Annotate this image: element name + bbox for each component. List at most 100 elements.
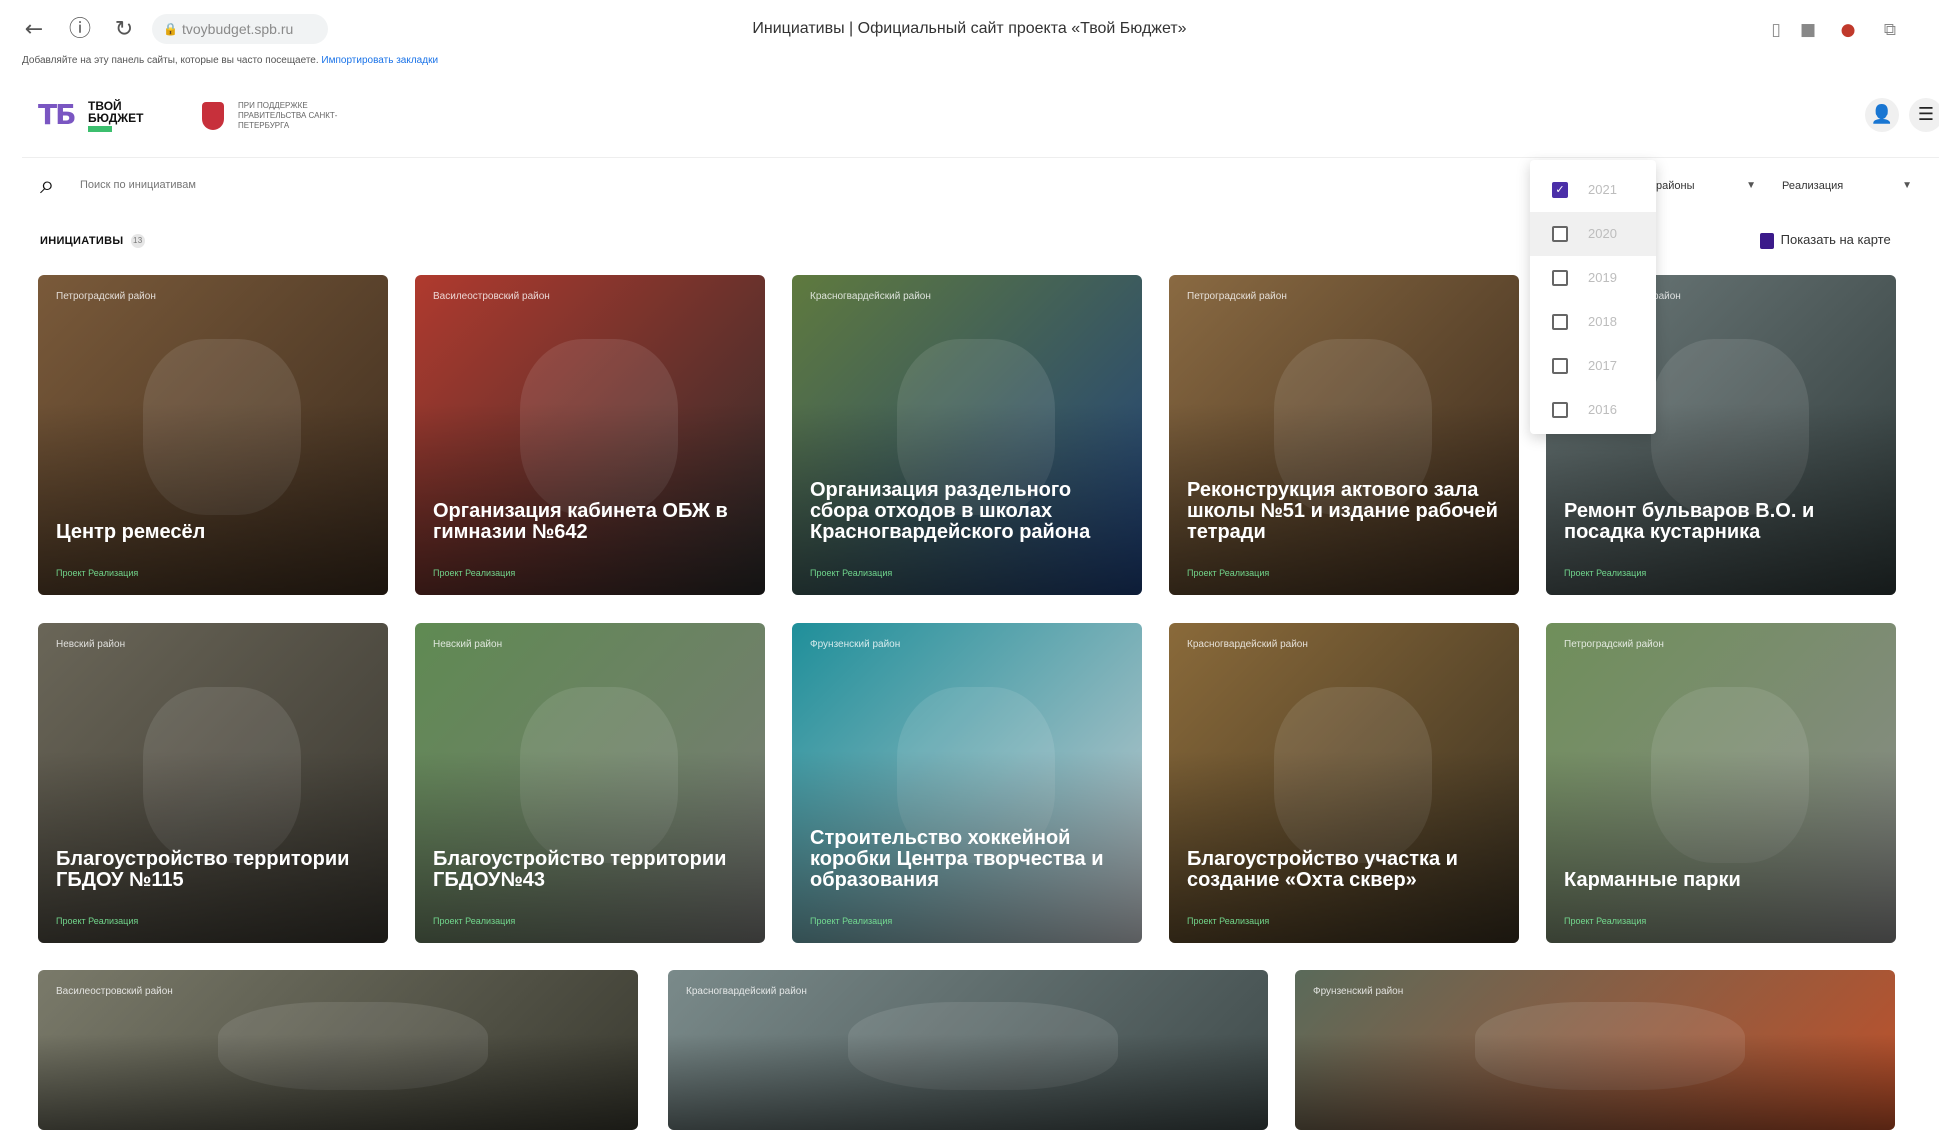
- card-status-tag: Проект Реализация: [56, 568, 139, 578]
- status-select[interactable]: Реализация ▼: [1782, 172, 1912, 200]
- coat-of-arms-icon: [202, 102, 224, 130]
- year-option[interactable]: ✓ 2021: [1530, 168, 1656, 212]
- initiative-card[interactable]: Фрунзенский район: [1295, 970, 1895, 1130]
- chevron-down-icon: ▼: [1746, 180, 1756, 191]
- section-title: ИНИЦИАТИВЫ 13: [40, 234, 145, 248]
- initiative-card[interactable]: Фрунзенский район Строительство хоккейной…: [792, 623, 1142, 943]
- initiatives-count-badge: 13: [130, 234, 145, 248]
- card-overlay: [1546, 751, 1896, 943]
- card-overlay: [1295, 1034, 1895, 1130]
- user-icon[interactable]: 👤: [1865, 98, 1899, 132]
- card-district: Петроградский район: [1564, 639, 1664, 650]
- card-title: Организация раздельного сбора отходов в …: [810, 479, 1091, 543]
- year-option[interactable]: 2018: [1530, 300, 1656, 344]
- card-status-tag: Проект Реализация: [810, 568, 893, 578]
- card-status-tag: Проект Реализация: [433, 916, 516, 926]
- year-dropdown: ✓ 2021 2020 2019 2018 2017 2016: [1530, 160, 1656, 434]
- initiative-card[interactable]: Петроградский район Реконструкция актовог…: [1169, 275, 1519, 595]
- year-option[interactable]: 2017: [1530, 344, 1656, 388]
- page-title: Инициативы | Официальный сайт проекта «Т…: [752, 20, 1187, 37]
- card-title: Строительство хоккейной коробки Центра т…: [810, 827, 1104, 891]
- card-title: Организация кабинета ОБЖ в гимназии №642: [433, 500, 728, 543]
- initiative-card[interactable]: Василеостровский район Организация кабине…: [415, 275, 765, 595]
- initiative-card[interactable]: Петроградский район Центр ремесёл Проект Р…: [38, 275, 388, 595]
- reader-icon[interactable]: ▯: [1764, 18, 1788, 42]
- initiative-card[interactable]: Василеостровский район: [38, 970, 638, 1130]
- year-checkbox[interactable]: [1552, 314, 1568, 330]
- map-icon: [1760, 232, 1774, 249]
- year-option-label: 2020: [1588, 226, 1617, 241]
- year-option-label: 2016: [1588, 402, 1617, 417]
- card-title: Благоустройство участка и создание «Охта…: [1187, 848, 1458, 891]
- year-checkbox[interactable]: [1552, 226, 1568, 242]
- initiative-card[interactable]: Петроградский район Карманные парки Проект…: [1546, 623, 1896, 943]
- card-status-tag: Проект Реализация: [1564, 916, 1647, 926]
- year-checkbox[interactable]: [1552, 402, 1568, 418]
- card-district: Невский район: [56, 639, 126, 650]
- show-on-map-link[interactable]: Показать на карте: [1760, 232, 1891, 249]
- year-option-label: 2018: [1588, 314, 1617, 329]
- card-title: Благоустройство территории ГБДОУ№43: [433, 848, 727, 891]
- browser-toolbar: ← ⓘ ↻ 🔒 tvoybudget.spb.ru Инициативы | О…: [0, 0, 1939, 58]
- year-option[interactable]: 2020: [1530, 212, 1656, 256]
- card-status-tag: Проект Реализация: [810, 916, 893, 926]
- initiative-card[interactable]: Невский район Благоустройство территории …: [38, 623, 388, 943]
- logo-text[interactable]: ТВОЙ БЮДЖЕТ: [88, 100, 143, 132]
- site-header: ТБ ТВОЙ БЮДЖЕТ ПРИ ПОДДЕРЖКЕ ПРАВИТЕЛЬСТ…: [22, 80, 1939, 158]
- card-district: Василеостровский район: [433, 291, 550, 302]
- initiative-card[interactable]: Красногвардейский район Благоустройство у…: [1169, 623, 1519, 943]
- bookmarks-hint-text: Добавляйте на эту панель сайты, которые …: [22, 55, 319, 66]
- profile-icon[interactable]: ●: [1836, 18, 1860, 42]
- card-district: Фрунзенский район: [1313, 986, 1404, 997]
- import-bookmarks-link[interactable]: Импортировать закладки: [321, 55, 438, 66]
- collections-icon[interactable]: ⧉: [1878, 18, 1902, 42]
- card-district: Красногвардейский район: [686, 986, 807, 997]
- card-title: Ремонт бульваров В.О. и посадка кустарни…: [1564, 500, 1815, 543]
- year-option-label: 2019: [1588, 270, 1617, 285]
- card-overlay: [38, 1034, 638, 1130]
- year-option[interactable]: 2019: [1530, 256, 1656, 300]
- search-input[interactable]: [80, 172, 680, 198]
- government-support-text: ПРИ ПОДДЕРЖКЕ ПРАВИТЕЛЬСТВА САНКТ-ПЕТЕРБ…: [238, 101, 338, 130]
- logo-mark[interactable]: ТБ: [38, 98, 76, 131]
- card-district: Василеостровский район: [56, 986, 173, 997]
- card-district: Красногвардейский район: [810, 291, 931, 302]
- card-title: Реконструкция актового зала школы №51 и …: [1187, 479, 1498, 543]
- card-overlay: [38, 403, 388, 595]
- card-overlay: [415, 403, 765, 595]
- district-select-value: районы: [1656, 180, 1695, 192]
- chevron-down-icon: ▼: [1902, 180, 1912, 191]
- year-option-label: 2021: [1588, 182, 1617, 197]
- card-status-tag: Проект Реализация: [56, 916, 139, 926]
- district-select[interactable]: районы ▼: [1656, 172, 1756, 200]
- card-title: Карманные парки: [1564, 869, 1741, 891]
- year-option-label: 2017: [1588, 358, 1617, 373]
- initiative-card[interactable]: Невский район Благоустройство территории …: [415, 623, 765, 943]
- show-on-map-label: Показать на карте: [1780, 232, 1891, 247]
- card-status-tag: Проект Реализация: [1187, 568, 1270, 578]
- card-overlay: [1169, 751, 1519, 943]
- year-checkbox[interactable]: ✓: [1552, 182, 1568, 198]
- card-status-tag: Проект Реализация: [433, 568, 516, 578]
- year-option[interactable]: 2016: [1530, 388, 1656, 432]
- search-icon[interactable]: ⌕: [40, 170, 55, 200]
- card-overlay: [38, 751, 388, 943]
- initiative-card[interactable]: Красногвардейский район: [668, 970, 1268, 1130]
- card-district: Красногвардейский район: [1187, 639, 1308, 650]
- status-select-value: Реализация: [1782, 180, 1844, 192]
- year-checkbox[interactable]: [1552, 270, 1568, 286]
- initiative-card[interactable]: Красногвардейский район Организация разде…: [792, 275, 1142, 595]
- card-district: Петроградский район: [56, 291, 156, 302]
- logo-underline: [88, 126, 112, 132]
- logo-line-2: БЮДЖЕТ: [88, 111, 144, 125]
- year-checkbox[interactable]: [1552, 358, 1568, 374]
- card-title: Благоустройство территории ГБДОУ №115: [56, 848, 350, 891]
- card-district: Фрунзенский район: [810, 639, 901, 650]
- menu-icon[interactable]: ☰: [1909, 98, 1939, 132]
- card-overlay: [668, 1034, 1268, 1130]
- bookmarks-hint: Добавляйте на эту панель сайты, которые …: [22, 55, 438, 66]
- card-district: Петроградский район: [1187, 291, 1287, 302]
- bookmark-icon[interactable]: ■: [1796, 18, 1820, 42]
- card-district: Невский район: [433, 639, 503, 650]
- card-overlay: [415, 751, 765, 943]
